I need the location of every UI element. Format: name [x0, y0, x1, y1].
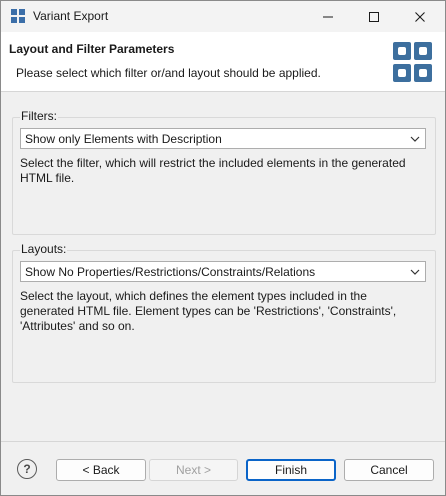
- title-bar[interactable]: Variant Export: [1, 1, 445, 32]
- back-button[interactable]: < Back: [56, 459, 146, 481]
- app-icon: [11, 9, 25, 23]
- next-button: Next >: [149, 459, 238, 481]
- wizard-page-title: Layout and Filter Parameters: [9, 42, 175, 56]
- window-title: Variant Export: [33, 9, 109, 23]
- minimize-icon: [323, 16, 333, 17]
- cancel-button[interactable]: Cancel: [344, 459, 434, 481]
- maximize-button[interactable]: [351, 1, 397, 32]
- finish-button[interactable]: Finish: [246, 459, 336, 481]
- maximize-icon: [369, 11, 379, 22]
- layout-help-text: Select the layout, which defines the ele…: [20, 289, 397, 333]
- layouts-group: Layouts: Show No Properties/Restrictions…: [12, 242, 436, 383]
- filter-select[interactable]: Show only Elements with Description: [20, 128, 426, 149]
- help-icon: ?: [23, 462, 31, 476]
- chevron-down-icon: [410, 136, 420, 142]
- footer-divider: [1, 441, 445, 442]
- help-button[interactable]: ?: [17, 459, 37, 479]
- layout-select-value: Show No Properties/Restrictions/Constrai…: [25, 265, 316, 279]
- wizard-page-description: Please select which filter or/and layout…: [16, 66, 321, 80]
- variant-export-dialog: Variant Export Layout and Filter Paramet…: [0, 0, 446, 496]
- filters-label: Filters:: [20, 109, 58, 123]
- layout-select[interactable]: Show No Properties/Restrictions/Constrai…: [20, 261, 426, 282]
- chevron-down-icon: [410, 269, 420, 275]
- filter-select-value: Show only Elements with Description: [25, 132, 222, 146]
- close-button[interactable]: [397, 1, 443, 32]
- close-icon: [415, 11, 425, 22]
- filters-group: Filters: Show only Elements with Descrip…: [12, 109, 436, 235]
- layouts-label: Layouts:: [20, 242, 68, 256]
- minimize-button[interactable]: [305, 1, 351, 32]
- wizard-grid-icon: [393, 42, 433, 82]
- wizard-header: Layout and Filter Parameters Please sele…: [1, 32, 445, 92]
- filter-help-text: Select the filter, which will restrict t…: [20, 156, 406, 185]
